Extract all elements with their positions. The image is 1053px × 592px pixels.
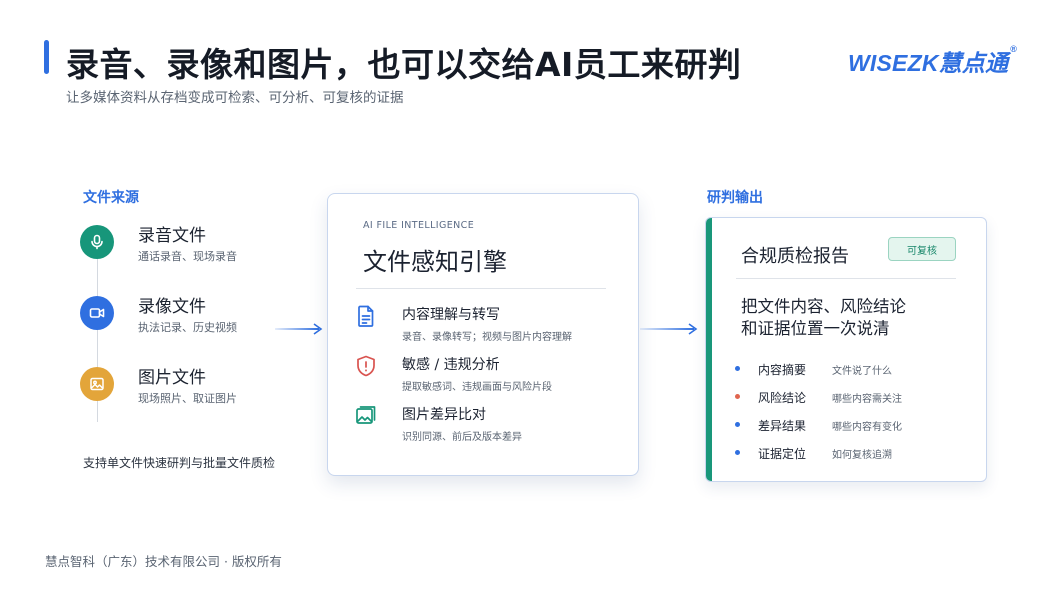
title-accent-bar: [44, 40, 49, 74]
output-item-risk: 风险结论 哪些内容需关注: [734, 388, 974, 406]
output-label: 内容摘要: [758, 363, 807, 377]
page-title: 录音、录像和图片，也可以交给AI员工来研判: [66, 45, 742, 84]
shield-alert-icon: [357, 355, 375, 377]
report-summary: 把文件内容、风险结论 和证据位置一次说清: [741, 296, 906, 340]
report-title: 合规质检报告: [741, 246, 849, 267]
output-desc: 哪些内容有变化: [832, 422, 902, 433]
source-title: 录像文件: [138, 297, 206, 317]
arrow-right-icon: [640, 323, 698, 335]
output-desc: 哪些内容需关注: [832, 394, 902, 405]
output-label: 证据定位: [758, 447, 807, 461]
feature-desc: 提取敏感词、违规画面与风险片段: [402, 382, 552, 393]
feature-transcription: 内容理解与转写 录音、录像转写；视频与图片内容理解: [354, 304, 624, 348]
output-desc: 如何复核追溯: [832, 450, 892, 461]
arrow-right-icon: [275, 323, 323, 335]
sources-section-label: 文件来源: [83, 190, 139, 206]
source-item-audio: 录音文件 通话录音、现场录音: [80, 221, 310, 265]
page-subtitle: 让多媒体资料从存档变成可检索、可分析、可复核的证据: [66, 90, 404, 106]
source-desc: 执法记录、历史视频: [138, 321, 237, 334]
video-camera-icon: [80, 296, 114, 330]
report-divider: [736, 278, 956, 279]
microphone-icon: [80, 225, 114, 259]
bullet-dot: [735, 450, 740, 455]
source-desc: 现场照片、取证图片: [138, 392, 237, 405]
output-section-label: 研判输出: [707, 190, 763, 206]
source-title: 图片文件: [138, 368, 206, 388]
bullet-dot: [735, 422, 740, 427]
report-summary-line: 和证据位置一次说清: [741, 319, 890, 338]
image-icon: [80, 367, 114, 401]
feature-sensitive-analysis: 敏感 / 违规分析 提取敏感词、违规画面与风险片段: [354, 354, 624, 398]
engine-title: 文件感知引擎: [363, 248, 507, 276]
image-compare-icon: [356, 406, 376, 424]
output-label: 差异结果: [758, 419, 807, 433]
bullet-dot: [735, 366, 740, 371]
brand-logo: WISEZK慧点通®: [848, 44, 1017, 78]
file-perception-engine-card: AI FILE INTELLIGENCE 文件感知引擎 内容理解与转写 录音、录…: [327, 193, 639, 476]
feature-title: 内容理解与转写: [402, 307, 500, 323]
feature-desc: 识别同源、前后及版本差异: [402, 432, 522, 443]
output-item-diff: 差异结果 哪些内容有变化: [734, 416, 974, 434]
brand-logo-text: WISEZK慧点通: [848, 50, 1009, 76]
reviewable-badge: 可复核: [888, 237, 956, 261]
engine-kicker: AI FILE INTELLIGENCE: [363, 220, 475, 231]
report-summary-line: 把文件内容、风险结论: [741, 297, 906, 316]
document-icon: [358, 305, 374, 327]
output-label: 风险结论: [758, 391, 807, 405]
feature-desc: 录音、录像转写；视频与图片内容理解: [402, 332, 572, 343]
bullet-dot: [735, 394, 740, 399]
output-item-summary: 内容摘要 文件说了什么: [734, 360, 974, 378]
report-accent-bar: [706, 218, 712, 481]
feature-image-compare: 图片差异比对 识别同源、前后及版本差异: [354, 404, 624, 448]
output-item-evidence: 证据定位 如何复核追溯: [734, 444, 974, 462]
compliance-report-card: 合规质检报告 可复核 把文件内容、风险结论 和证据位置一次说清 内容摘要 文件说…: [705, 217, 987, 482]
engine-divider: [356, 288, 606, 289]
source-item-image: 图片文件 现场照片、取证图片: [80, 363, 310, 407]
source-desc: 通话录音、现场录音: [138, 250, 237, 263]
batch-support-note: 支持单文件快速研判与批量文件质检: [83, 456, 276, 470]
feature-title: 图片差异比对: [402, 407, 486, 423]
footer-copyright: 慧点智科（广东）技术有限公司 · 版权所有: [45, 554, 282, 569]
registered-mark: ®: [1010, 44, 1018, 54]
source-title: 录音文件: [138, 226, 206, 246]
output-desc: 文件说了什么: [832, 366, 892, 377]
feature-title: 敏感 / 违规分析: [402, 357, 500, 373]
